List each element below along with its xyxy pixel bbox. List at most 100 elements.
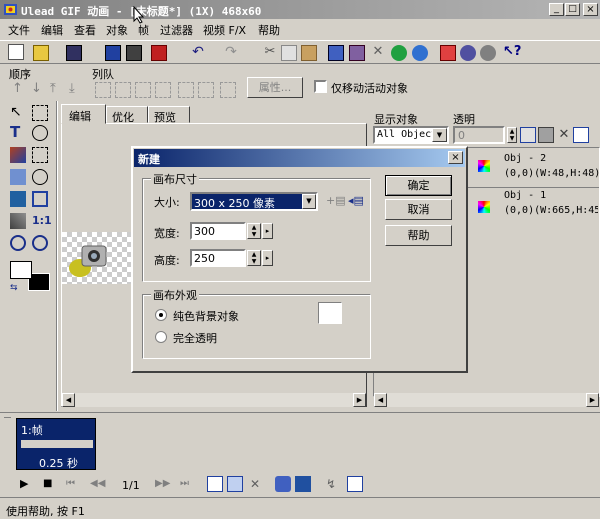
scroll-right-button[interactable]: ▶ bbox=[353, 393, 366, 407]
align-top-icon[interactable] bbox=[155, 82, 171, 98]
cut-icon[interactable]: ✂ bbox=[262, 45, 278, 61]
import-icon[interactable] bbox=[126, 45, 142, 61]
menu-view[interactable]: 查看 bbox=[74, 22, 96, 38]
frame-dup-icon[interactable] bbox=[349, 45, 365, 61]
close-button[interactable]: × bbox=[583, 3, 598, 16]
canvas-hscrollbar[interactable]: ◀ ▶ bbox=[62, 393, 366, 407]
optimize-icon[interactable] bbox=[391, 45, 407, 61]
reverse-frames-icon[interactable]: ↯ bbox=[323, 476, 339, 492]
align-middle-icon[interactable] bbox=[178, 82, 194, 98]
zoom-out-icon[interactable] bbox=[32, 235, 48, 251]
crop-tool-icon[interactable] bbox=[32, 125, 48, 141]
pointer-tool-icon[interactable]: ↖ bbox=[10, 105, 26, 121]
spiral-icon[interactable] bbox=[480, 45, 496, 61]
marquee-tool-icon[interactable] bbox=[32, 105, 48, 121]
height-spin-button[interactable]: ▲ ▼ bbox=[247, 250, 261, 266]
send-back-icon[interactable]: ⤓ bbox=[69, 82, 85, 98]
move-active-only-checkbox[interactable] bbox=[314, 80, 327, 93]
ok-button[interactable]: 确定 bbox=[385, 175, 452, 196]
object-scroll-left-button[interactable]: ◀ bbox=[374, 393, 387, 407]
menu-file[interactable]: 文件 bbox=[8, 22, 30, 38]
transform-tool-icon[interactable] bbox=[32, 191, 48, 207]
bring-front-icon[interactable]: ⤒ bbox=[50, 82, 66, 98]
first-frame-icon[interactable]: ⏮ bbox=[66, 476, 82, 492]
duplicate-frame-icon[interactable] bbox=[227, 476, 243, 492]
show-objects-select[interactable]: All Objects ▼ bbox=[373, 126, 449, 144]
effects-icon[interactable] bbox=[460, 45, 476, 61]
tab-preview[interactable]: 预览 bbox=[148, 106, 190, 124]
object-properties-icon[interactable] bbox=[573, 127, 589, 143]
menu-help[interactable]: 帮助 bbox=[258, 22, 280, 38]
play-icon[interactable]: ▶ bbox=[20, 476, 36, 492]
width-input[interactable]: 300 bbox=[190, 222, 246, 240]
align-left-icon[interactable] bbox=[95, 82, 111, 98]
transparency-stepper[interactable]: ▲ ▼ bbox=[507, 127, 517, 143]
frame-properties-icon[interactable] bbox=[347, 476, 363, 492]
frame-add-icon[interactable] bbox=[328, 45, 344, 61]
tab-edit[interactable]: 编辑 bbox=[61, 104, 106, 124]
object-scroll-right-button[interactable]: ▶ bbox=[586, 393, 599, 407]
object-dup-icon[interactable] bbox=[538, 127, 554, 143]
stop-icon[interactable]: ■ bbox=[43, 476, 59, 492]
last-frame-icon[interactable]: ⏭ bbox=[180, 476, 196, 492]
bg-color-swatch[interactable] bbox=[318, 302, 342, 324]
eyedropper-tool-icon[interactable] bbox=[10, 213, 26, 229]
object-add-icon[interactable] bbox=[520, 127, 536, 143]
image-editor-icon[interactable] bbox=[151, 45, 167, 61]
tab-optimize[interactable]: 优化 bbox=[106, 106, 148, 124]
dialog-close-button[interactable]: × bbox=[448, 151, 463, 164]
show-objects-dropdown-button[interactable]: ▼ bbox=[432, 128, 447, 142]
menu-object[interactable]: 对象 bbox=[106, 22, 128, 38]
delete-frame-icon[interactable]: ✕ bbox=[247, 476, 263, 492]
menu-frame[interactable]: 帧 bbox=[138, 22, 149, 38]
open-folder-icon[interactable] bbox=[33, 45, 49, 61]
align-bottom-icon[interactable] bbox=[198, 82, 214, 98]
menu-edit[interactable]: 编辑 bbox=[41, 22, 63, 38]
distribute-icon[interactable] bbox=[220, 82, 236, 98]
fill-tool-icon[interactable] bbox=[10, 191, 26, 207]
undo-icon[interactable]: ↶ bbox=[190, 45, 206, 61]
height-arrow-button[interactable]: ▸ bbox=[262, 250, 273, 266]
maximize-button[interactable]: □ bbox=[565, 3, 580, 16]
filter-icon[interactable] bbox=[440, 45, 456, 61]
help-pointer-icon[interactable]: ↖? bbox=[503, 45, 521, 61]
frame-thumbnail[interactable]: 1:帧 0.25 秒 bbox=[16, 418, 96, 470]
size-dropdown-button[interactable]: ▼ bbox=[302, 194, 316, 209]
canvas-image[interactable] bbox=[62, 232, 136, 284]
frame-delete-icon[interactable]: ✕ bbox=[370, 45, 386, 61]
size-add-icon[interactable]: +▤ bbox=[326, 194, 346, 210]
prev-frame-icon[interactable]: ◀◀ bbox=[90, 476, 106, 492]
width-spin-button[interactable]: ▲ ▼ bbox=[247, 223, 261, 239]
cancel-button[interactable]: 取消 bbox=[385, 199, 452, 220]
add-frame-icon[interactable] bbox=[207, 476, 223, 492]
size-select[interactable]: 300 x 250 像素 ▼ bbox=[190, 192, 318, 211]
transparency-input[interactable]: 0 bbox=[453, 126, 505, 144]
transparent-radio[interactable] bbox=[155, 331, 167, 343]
object-delete-icon[interactable]: ✕ bbox=[556, 127, 572, 143]
swap-colors-icon[interactable]: ⇆ bbox=[10, 283, 20, 293]
align-center-icon[interactable] bbox=[115, 82, 131, 98]
send-backward-icon[interactable]: ↓ bbox=[31, 82, 47, 98]
magic-wand-icon[interactable] bbox=[32, 147, 48, 163]
eraser-tool-icon[interactable] bbox=[10, 169, 26, 185]
copy-icon[interactable] bbox=[281, 45, 297, 61]
frame-panel-handle[interactable] bbox=[4, 417, 11, 421]
scroll-left-button[interactable]: ◀ bbox=[62, 393, 75, 407]
actual-size-icon[interactable]: 1:1 bbox=[32, 213, 52, 229]
menu-video-fx[interactable]: 视频 F/X bbox=[203, 22, 246, 38]
height-input[interactable]: 250 bbox=[190, 249, 246, 267]
bring-forward-icon[interactable]: ↑ bbox=[12, 82, 28, 98]
align-right-icon[interactable] bbox=[135, 82, 151, 98]
object-hscrollbar[interactable]: ◀ ▶ bbox=[374, 393, 599, 407]
minimize-button[interactable]: _ bbox=[549, 3, 564, 16]
text-tool-icon[interactable]: T bbox=[10, 125, 26, 141]
paste-icon[interactable] bbox=[301, 45, 317, 61]
zoom-in-icon[interactable] bbox=[10, 235, 26, 251]
tween-icon[interactable] bbox=[275, 476, 291, 492]
foreground-color-swatch[interactable] bbox=[10, 261, 32, 279]
width-arrow-button[interactable]: ▸ bbox=[262, 223, 273, 239]
save-icon[interactable] bbox=[66, 45, 82, 61]
next-frame-icon[interactable]: ▶▶ bbox=[155, 476, 171, 492]
help-button[interactable]: 帮助 bbox=[385, 225, 452, 246]
redo-icon[interactable]: ↷ bbox=[223, 45, 239, 61]
